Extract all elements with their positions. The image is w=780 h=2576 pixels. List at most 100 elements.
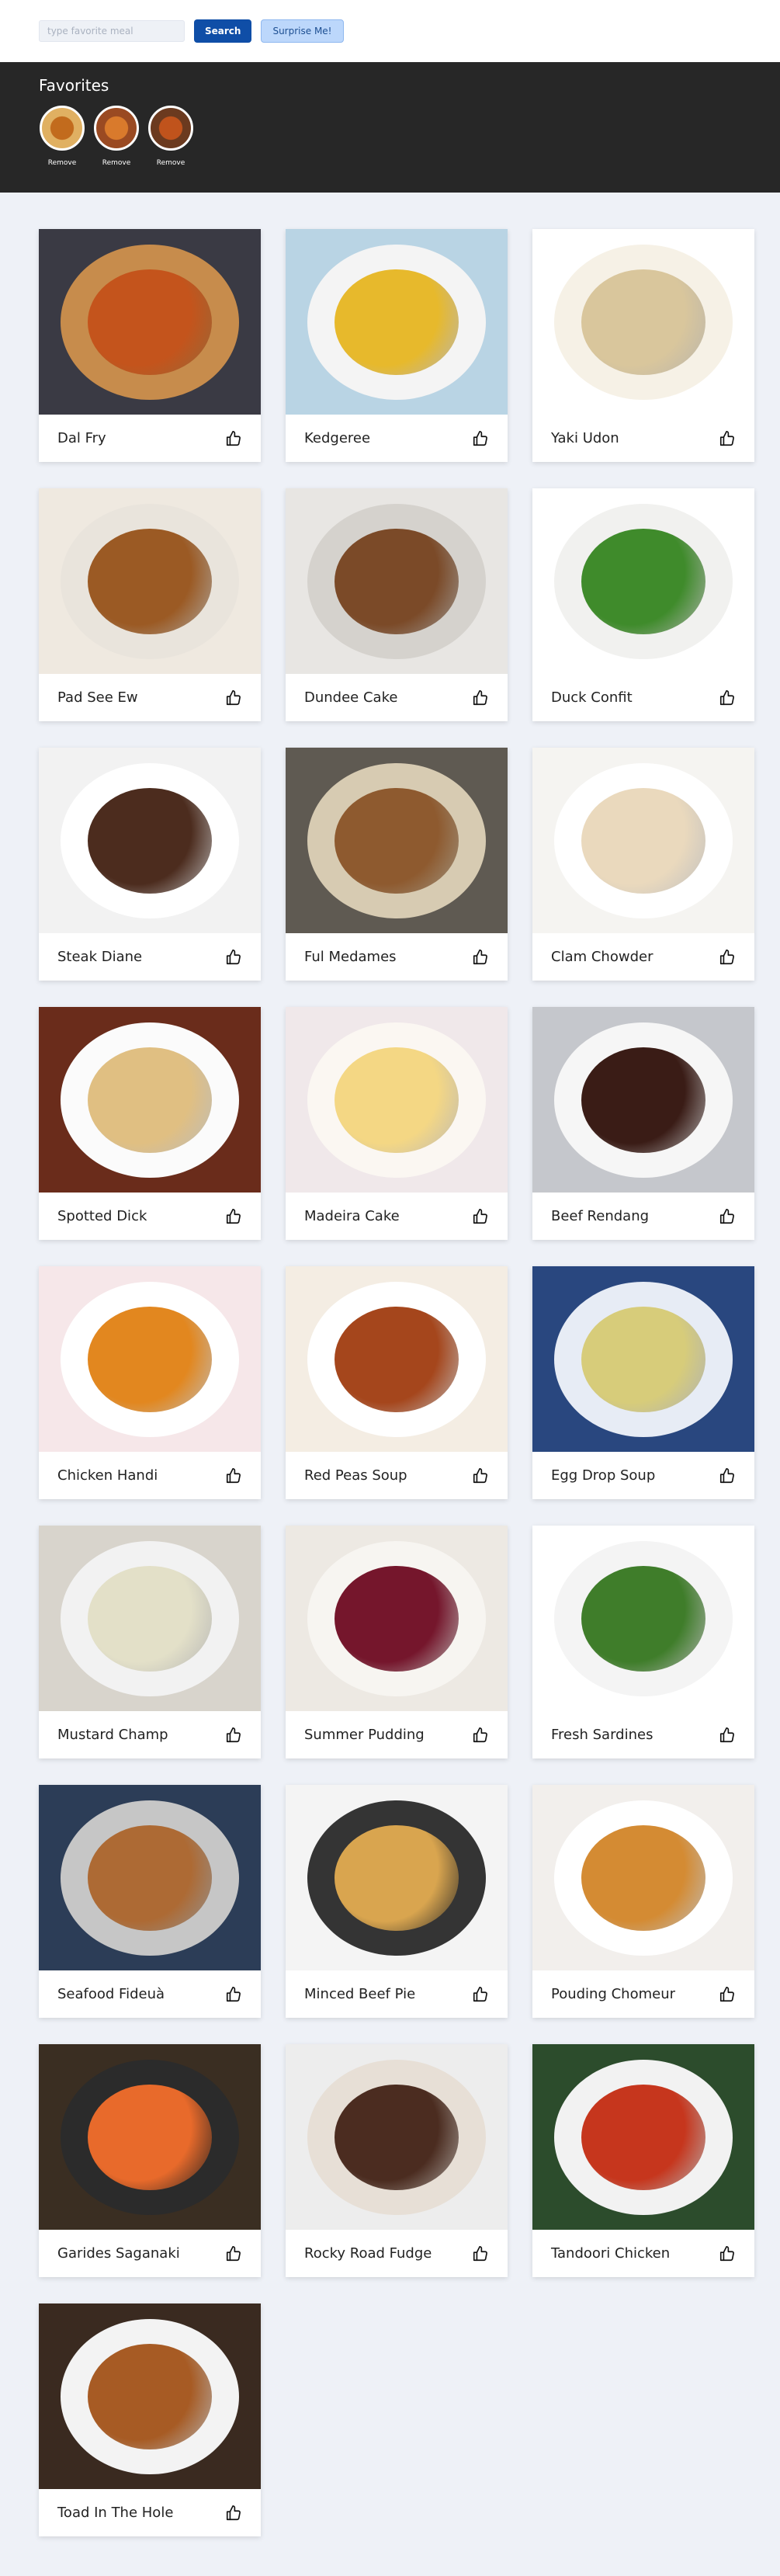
- meal-card[interactable]: Rocky Road Fudge: [286, 2044, 508, 2277]
- thumbs-up-icon[interactable]: [470, 2244, 491, 2264]
- thumbs-up-icon[interactable]: [470, 688, 491, 708]
- thumbs-up-icon[interactable]: [224, 1466, 244, 1486]
- meal-image[interactable]: [39, 488, 261, 674]
- thumbs-up-icon[interactable]: [717, 2244, 737, 2264]
- meal-name: Seafood Fideuà: [57, 1986, 165, 2002]
- meal-card-footer: Rocky Road Fudge: [286, 2230, 508, 2277]
- search-button[interactable]: Search: [194, 19, 252, 43]
- thumbs-up-icon[interactable]: [470, 1206, 491, 1227]
- meal-image[interactable]: [286, 1266, 508, 1452]
- thumbs-up-icon[interactable]: [470, 429, 491, 449]
- favorite-meal-thumbnail[interactable]: [148, 106, 193, 151]
- thumbs-up-icon[interactable]: [470, 1725, 491, 1745]
- meal-image[interactable]: [39, 1266, 261, 1452]
- favorite-meal-thumbnail[interactable]: [40, 106, 85, 151]
- meal-food-shape: [335, 2085, 459, 2190]
- meal-image[interactable]: [39, 1526, 261, 1711]
- meal-card[interactable]: Yaki Udon: [532, 229, 754, 462]
- meal-card[interactable]: Kedgeree: [286, 229, 508, 462]
- meal-card[interactable]: Toad In The Hole: [39, 2303, 261, 2536]
- meal-card[interactable]: Mustard Champ: [39, 1526, 261, 1758]
- meal-card[interactable]: Dundee Cake: [286, 488, 508, 721]
- meal-card[interactable]: Duck Confit: [532, 488, 754, 721]
- thumbs-up-icon[interactable]: [470, 947, 491, 967]
- meal-card[interactable]: Seafood Fideuà: [39, 1785, 261, 2018]
- surprise-me-button[interactable]: Surprise Me!: [261, 19, 344, 43]
- thumbs-up-icon[interactable]: [224, 947, 244, 967]
- meal-card[interactable]: Chicken Handi: [39, 1266, 261, 1499]
- meal-image[interactable]: [39, 1785, 261, 1970]
- meal-card-footer: Minced Beef Pie: [286, 1970, 508, 2018]
- meal-card[interactable]: Summer Pudding: [286, 1526, 508, 1758]
- meal-card[interactable]: Minced Beef Pie: [286, 1785, 508, 2018]
- thumbs-up-icon[interactable]: [470, 1984, 491, 2005]
- favorites-list: Remove Remove Remove: [39, 106, 780, 167]
- thumbs-up-icon[interactable]: [224, 1984, 244, 2005]
- thumbs-up-icon[interactable]: [224, 2503, 244, 2523]
- thumbs-up-icon[interactable]: [224, 688, 244, 708]
- meal-image[interactable]: [286, 1526, 508, 1711]
- meal-image[interactable]: [39, 748, 261, 933]
- meal-card[interactable]: Dal Fry: [39, 229, 261, 462]
- meal-food-shape: [581, 269, 705, 375]
- thumbs-up-icon[interactable]: [717, 947, 737, 967]
- meal-image[interactable]: [532, 1007, 754, 1193]
- meal-image[interactable]: [286, 2044, 508, 2230]
- meal-image[interactable]: [532, 488, 754, 674]
- search-input[interactable]: [39, 20, 185, 42]
- meal-card[interactable]: Pad See Ew: [39, 488, 261, 721]
- meal-card[interactable]: Madeira Cake: [286, 1007, 508, 1240]
- meal-image[interactable]: [532, 748, 754, 933]
- favorite-item: Remove: [147, 106, 194, 167]
- meal-card[interactable]: Tandoori Chicken: [532, 2044, 754, 2277]
- thumbs-up-icon[interactable]: [224, 1206, 244, 1227]
- meal-image[interactable]: [39, 1007, 261, 1193]
- meal-image[interactable]: [286, 229, 508, 415]
- thumbs-up-icon[interactable]: [717, 1725, 737, 1745]
- meal-image[interactable]: [39, 229, 261, 415]
- meal-name: Red Peas Soup: [304, 1467, 407, 1484]
- remove-favorite-button[interactable]: Remove: [157, 159, 185, 167]
- meal-card[interactable]: Beef Rendang: [532, 1007, 754, 1240]
- meal-image[interactable]: [532, 1785, 754, 1970]
- meal-image[interactable]: [286, 488, 508, 674]
- meal-card[interactable]: Spotted Dick: [39, 1007, 261, 1240]
- meal-card[interactable]: Garides Saganaki: [39, 2044, 261, 2277]
- thumbs-up-icon[interactable]: [717, 1466, 737, 1486]
- meal-card[interactable]: Ful Medames: [286, 748, 508, 981]
- thumbs-up-icon[interactable]: [470, 1466, 491, 1486]
- meal-card[interactable]: Red Peas Soup: [286, 1266, 508, 1499]
- meal-card[interactable]: Egg Drop Soup: [532, 1266, 754, 1499]
- thumbs-up-icon[interactable]: [224, 2244, 244, 2264]
- meal-food-shape: [88, 2344, 212, 2449]
- remove-favorite-button[interactable]: Remove: [48, 159, 77, 167]
- meal-name: Toad In The Hole: [57, 2505, 174, 2521]
- meal-image[interactable]: [532, 2044, 754, 2230]
- meal-card-footer: Pouding Chomeur: [532, 1970, 754, 2018]
- thumbs-up-icon[interactable]: [224, 429, 244, 449]
- remove-favorite-button[interactable]: Remove: [102, 159, 131, 167]
- meal-image[interactable]: [286, 1007, 508, 1193]
- thumbs-up-icon[interactable]: [717, 1206, 737, 1227]
- thumbs-up-icon[interactable]: [717, 429, 737, 449]
- thumbs-up-icon[interactable]: [717, 688, 737, 708]
- meal-image[interactable]: [532, 229, 754, 415]
- meal-name: Pad See Ew: [57, 689, 138, 706]
- favorite-meal-thumbnail[interactable]: [94, 106, 139, 151]
- meal-card[interactable]: Pouding Chomeur: [532, 1785, 754, 2018]
- meal-image[interactable]: [39, 2303, 261, 2489]
- meal-card[interactable]: Fresh Sardines: [532, 1526, 754, 1758]
- meal-card-footer: Tandoori Chicken: [532, 2230, 754, 2277]
- meal-image[interactable]: [286, 748, 508, 933]
- thumbs-up-icon[interactable]: [717, 1984, 737, 2005]
- meal-name: Rocky Road Fudge: [304, 2245, 432, 2262]
- meal-image[interactable]: [39, 2044, 261, 2230]
- favorite-item: Remove: [39, 106, 85, 167]
- meal-image[interactable]: [532, 1526, 754, 1711]
- meal-image[interactable]: [532, 1266, 754, 1452]
- meal-food-shape: [581, 788, 705, 894]
- meal-card[interactable]: Clam Chowder: [532, 748, 754, 981]
- meal-card[interactable]: Steak Diane: [39, 748, 261, 981]
- thumbs-up-icon[interactable]: [224, 1725, 244, 1745]
- meal-image[interactable]: [286, 1785, 508, 1970]
